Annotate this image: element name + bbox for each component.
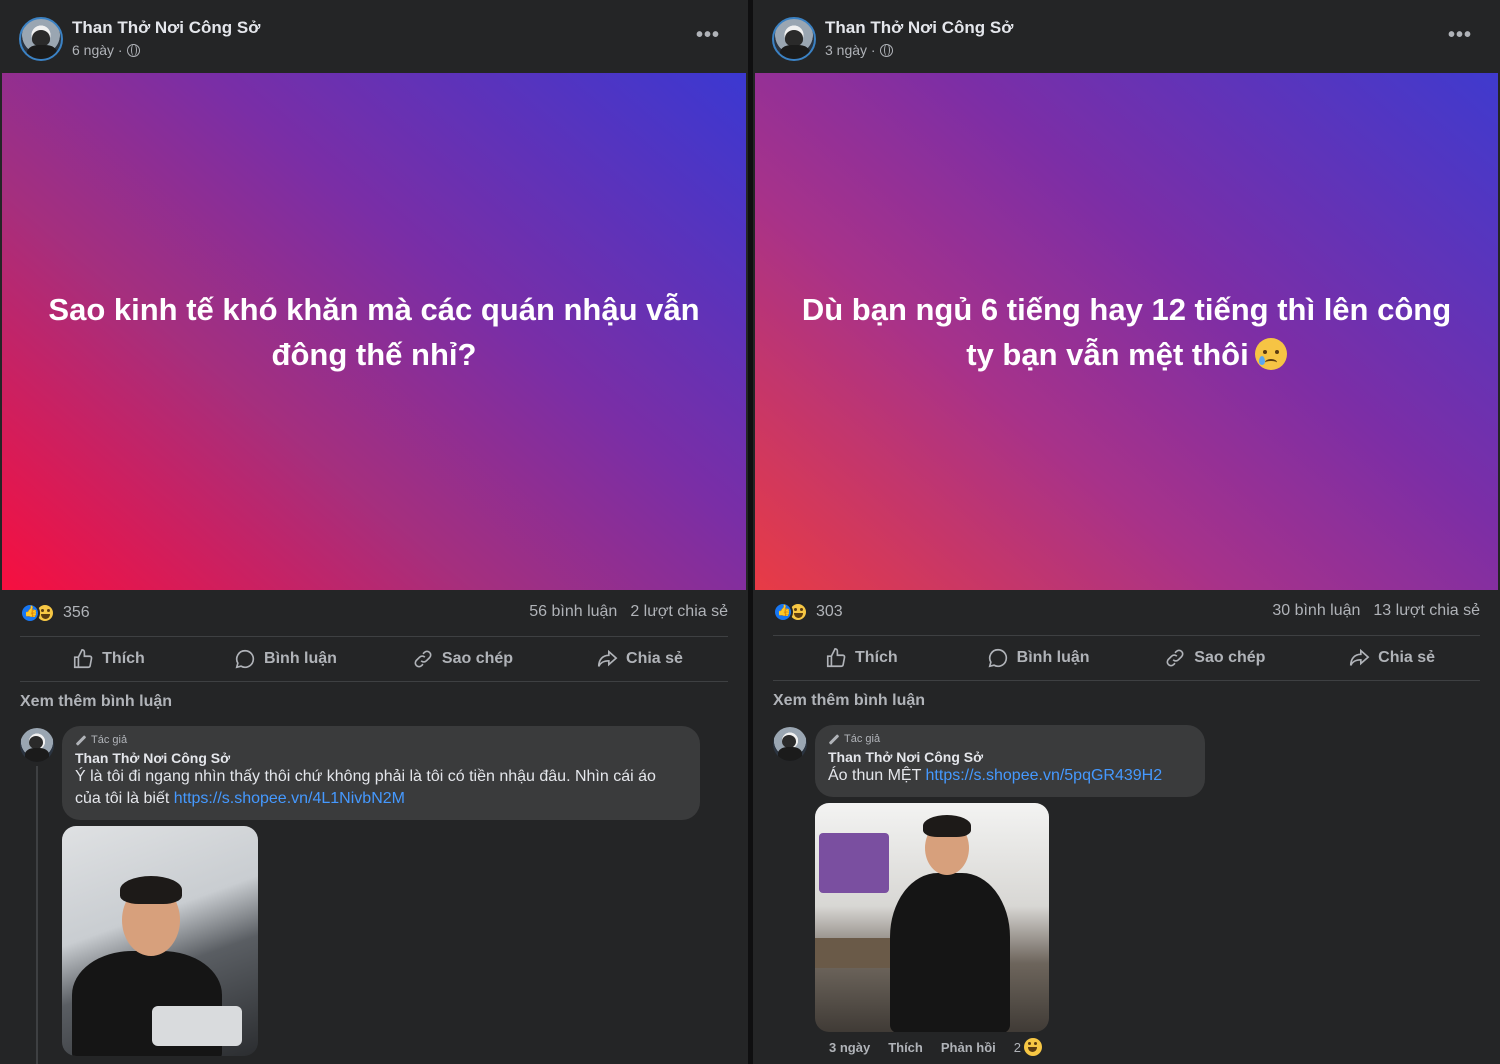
comments-count[interactable]: 56 bình luận bbox=[529, 603, 617, 621]
globe-icon bbox=[126, 43, 140, 57]
comment-reactions[interactable]: 2 bbox=[1014, 1038, 1042, 1056]
page-name[interactable]: Than Thở Nơi Công Sở bbox=[825, 18, 1013, 38]
share-button[interactable]: Chia sẻ bbox=[551, 637, 728, 681]
like-reaction-icon bbox=[773, 602, 793, 622]
comment-label: Bình luận bbox=[1016, 649, 1090, 666]
comment-bubble: Tác giả Than Thở Nơi Công Sở Áo thun MỆT… bbox=[815, 725, 1205, 797]
haha-reaction-icon bbox=[1023, 1038, 1042, 1056]
more-options-button[interactable]: ••• bbox=[696, 24, 720, 47]
post-header: Than Thở Nơi Công Sở 6 ngày · ••• bbox=[0, 0, 748, 72]
copy-label: Sao chép bbox=[441, 650, 514, 667]
post-banner[interactable]: Sao kinh tế khó khăn mà các quán nhậu vẫ… bbox=[2, 73, 746, 590]
comment-link[interactable]: https://s.shopee.vn/4L1NivbN2M bbox=[174, 790, 405, 807]
reaction-count: 303 bbox=[816, 603, 843, 620]
banner-text: Sao kinh tế khó khăn mà các quán nhậu vẫ… bbox=[48, 291, 700, 372]
copy-button[interactable]: Sao chép bbox=[1127, 636, 1304, 680]
reactions-summary[interactable]: 356 bbox=[20, 600, 90, 626]
like-label: Thích bbox=[855, 649, 898, 666]
comment-bubble: Tác giả Than Thở Nơi Công Sở Ý là tôi đi… bbox=[62, 726, 700, 820]
globe-icon bbox=[879, 43, 893, 57]
comment-author[interactable]: Than Thở Nơi Công Sở bbox=[75, 750, 687, 766]
comment-text-line: Ý là tôi đi ngang nhìn thấy thôi chứ khô… bbox=[75, 768, 656, 785]
copy-label: Sao chép bbox=[1194, 649, 1266, 666]
link-icon bbox=[1166, 649, 1184, 667]
engagement-stats: 56 bình luận 2 lượt chia sẻ bbox=[529, 603, 728, 621]
photo-keyboard bbox=[152, 1006, 242, 1046]
comment-like-link[interactable]: Thích bbox=[888, 1040, 923, 1055]
comment-button[interactable]: Bình luận bbox=[950, 636, 1127, 680]
photo-subject-hair bbox=[120, 876, 182, 904]
photo-subject bbox=[890, 873, 1010, 1032]
action-bar: Thích Bình luận Sao chép Chia sẻ bbox=[20, 637, 728, 681]
post-banner[interactable]: Dù bạn ngủ 6 tiếng hay 12 tiếng thì lên … bbox=[755, 73, 1498, 590]
photo-shelf-item bbox=[819, 833, 889, 893]
like-button[interactable]: Thích bbox=[20, 637, 197, 681]
post-meta: 6 ngày · bbox=[72, 42, 140, 58]
author-badge-label: Tác giả bbox=[844, 733, 881, 745]
share-icon bbox=[597, 649, 618, 667]
thumbs-up-icon bbox=[826, 648, 846, 668]
commenter-avatar[interactable] bbox=[773, 727, 807, 761]
banner-text-content: Dù bạn ngủ 6 tiếng hay 12 tiếng thì lên … bbox=[801, 291, 1452, 372]
page-avatar[interactable] bbox=[19, 17, 63, 61]
crying-face-icon bbox=[1254, 337, 1287, 370]
comment-text-line: Áo thun MỆT bbox=[828, 767, 926, 784]
view-more-comments-link[interactable]: Xem thêm bình luận bbox=[773, 692, 925, 710]
page-avatar[interactable] bbox=[772, 17, 816, 61]
comment-text: Ý là tôi đi ngang nhìn thấy thôi chứ khô… bbox=[75, 766, 687, 810]
link-icon bbox=[414, 650, 432, 668]
share-label: Chia sẻ bbox=[626, 650, 683, 667]
like-reaction-icon bbox=[20, 603, 40, 623]
engagement-stats: 30 bình luận 13 lượt chia sẻ bbox=[1272, 602, 1480, 620]
like-button[interactable]: Thích bbox=[773, 636, 950, 680]
comment-photo[interactable] bbox=[62, 826, 258, 1056]
divider bbox=[20, 681, 728, 682]
copy-button[interactable]: Sao chép bbox=[374, 637, 551, 681]
author-badge-label: Tác giả bbox=[91, 734, 128, 746]
reactions-summary[interactable]: 303 bbox=[773, 599, 843, 625]
comments-count[interactable]: 30 bình luận bbox=[1272, 602, 1360, 620]
like-label: Thích bbox=[102, 650, 145, 667]
comment-footer: 3 ngày Thích Phản hồi 2 bbox=[829, 1038, 1042, 1056]
post-time[interactable]: 3 ngày · bbox=[825, 42, 876, 58]
comment-button[interactable]: Bình luận bbox=[197, 637, 374, 681]
commenter-avatar[interactable] bbox=[20, 728, 54, 762]
banner-text: Dù bạn ngủ 6 tiếng hay 12 tiếng thì lên … bbox=[795, 287, 1458, 377]
page-name[interactable]: Than Thở Nơi Công Sở bbox=[72, 18, 260, 38]
post-card: Than Thở Nơi Công Sở 3 ngày · ••• Dù bạn… bbox=[753, 0, 1500, 1064]
shares-count[interactable]: 2 lượt chia sẻ bbox=[630, 603, 728, 621]
more-options-button[interactable]: ••• bbox=[1448, 24, 1472, 47]
pencil-icon bbox=[75, 734, 87, 746]
comment-reply-link[interactable]: Phản hồi bbox=[941, 1040, 996, 1055]
share-label: Chia sẻ bbox=[1378, 649, 1436, 666]
post-meta: 3 ngày · bbox=[825, 42, 893, 58]
divider bbox=[773, 680, 1480, 681]
post-header: Than Thở Nơi Công Sở 3 ngày · ••• bbox=[753, 0, 1500, 72]
comment-author[interactable]: Than Thở Nơi Công Sở bbox=[828, 749, 1192, 765]
comment-icon bbox=[235, 649, 255, 669]
thread-line bbox=[36, 766, 38, 1064]
post-card: Than Thở Nơi Công Sở 6 ngày · ••• Sao ki… bbox=[0, 0, 748, 1064]
thumbs-up-icon bbox=[74, 649, 93, 669]
comment-label: Bình luận bbox=[264, 650, 337, 667]
comment-photo[interactable] bbox=[815, 803, 1049, 1032]
comment-text-line: của tôi là biết bbox=[75, 790, 174, 807]
share-button[interactable]: Chia sẻ bbox=[1303, 636, 1480, 680]
author-badge: Tác giả bbox=[75, 734, 687, 746]
comment-text: Áo thun MỆT https://s.shopee.vn/5pqGR439… bbox=[828, 765, 1192, 787]
pencil-icon bbox=[828, 733, 840, 745]
post-time[interactable]: 6 ngày · bbox=[72, 42, 123, 58]
photo-subject-hair bbox=[923, 815, 971, 837]
reaction-count: 356 bbox=[63, 604, 90, 621]
author-badge: Tác giả bbox=[828, 733, 1192, 745]
view-more-comments-link[interactable]: Xem thêm bình luận bbox=[20, 693, 172, 711]
shares-count[interactable]: 13 lượt chia sẻ bbox=[1373, 602, 1480, 620]
comment-reaction-count: 2 bbox=[1013, 1039, 1021, 1055]
action-bar: Thích Bình luận Sao chép Chia sẻ bbox=[773, 636, 1480, 680]
comment-link[interactable]: https://s.shopee.vn/5pqGR439H2 bbox=[926, 767, 1163, 784]
comment-icon bbox=[988, 648, 1007, 668]
share-icon bbox=[1350, 648, 1370, 666]
comment-time[interactable]: 3 ngày bbox=[829, 1040, 870, 1055]
